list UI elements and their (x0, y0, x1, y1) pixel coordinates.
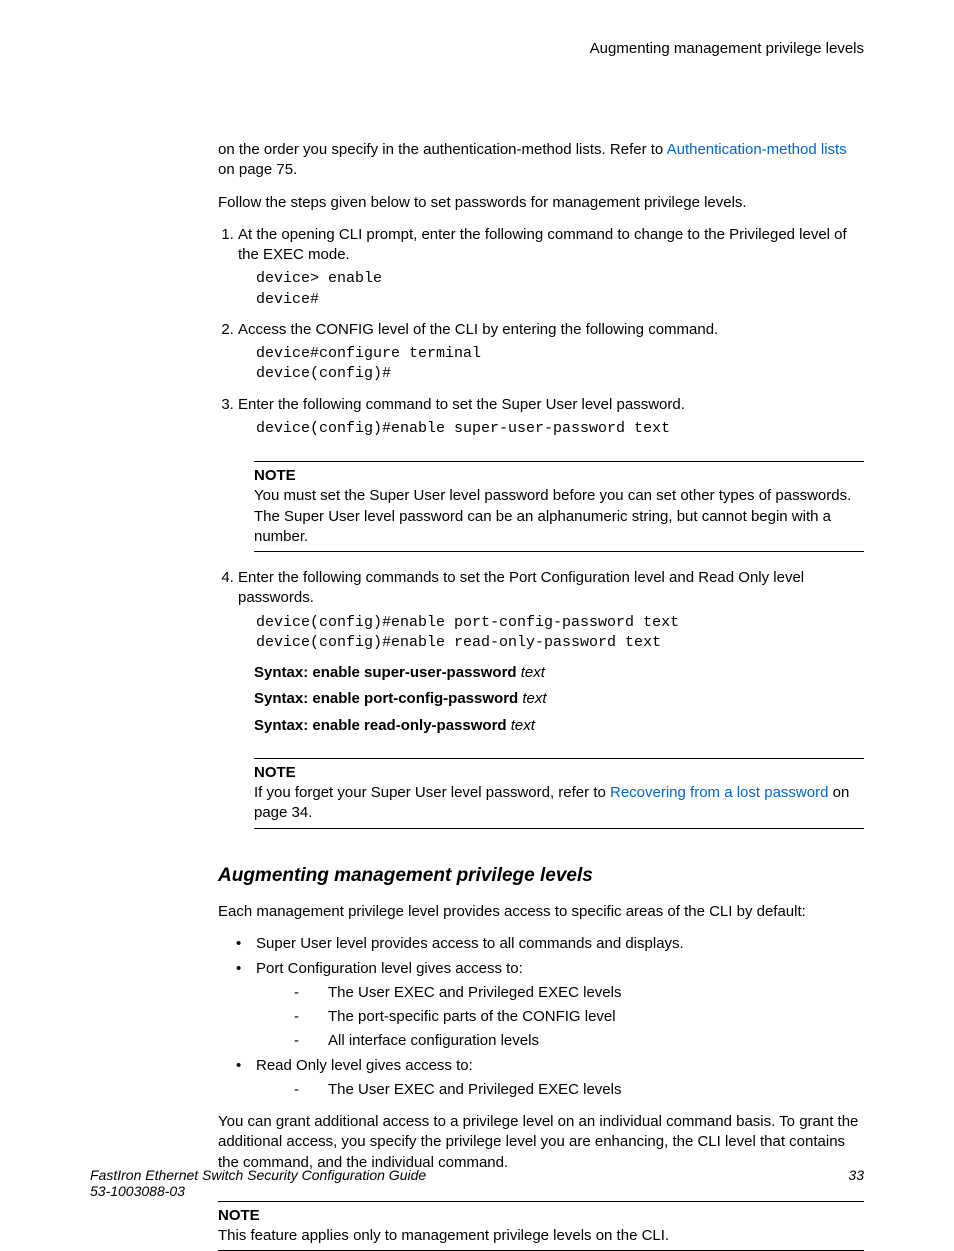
syntax-italic: text (507, 717, 535, 734)
text: Read Only level gives access to: (256, 1057, 473, 1074)
footer-title: FastIron Ethernet Switch Security Config… (90, 1167, 864, 1183)
note-box-2: NOTE If you forget your Super User level… (254, 758, 864, 829)
after-list-para: You can grant additional access to a pri… (218, 1112, 864, 1173)
list-item: Super User level provides access to all … (236, 934, 864, 954)
syntax-line-1: Syntax: enable super-user-password text (254, 663, 864, 683)
text: If you forget your Super User level pass… (254, 784, 610, 801)
page-number: 33 (848, 1167, 864, 1183)
note-text: If you forget your Super User level pass… (254, 783, 864, 824)
step-3: Enter the following command to set the S… (238, 395, 864, 553)
text: on the order you specify in the authenti… (218, 141, 667, 158)
section-intro: Each management privilege level provides… (218, 902, 864, 922)
list-item: Port Configuration level gives access to… (236, 959, 864, 1052)
list-item: The port-specific parts of the CONFIG le… (294, 1007, 864, 1027)
section-heading: Augmenting management privilege levels (218, 863, 864, 889)
step-text: Enter the following commands to set the … (238, 569, 804, 606)
syntax-italic: text (518, 690, 546, 707)
note-box-3: NOTE This feature applies only to manage… (218, 1201, 864, 1251)
step-1: At the opening CLI prompt, enter the fol… (238, 225, 864, 310)
list-item: The User EXEC and Privileged EXEC levels (294, 983, 864, 1003)
list-item: All interface configuration levels (294, 1031, 864, 1051)
running-head: Augmenting management privilege levels (590, 40, 864, 57)
step-2: Access the CONFIG level of the CLI by en… (238, 320, 864, 385)
list-item: Read Only level gives access to: The Use… (236, 1056, 864, 1101)
content: on the order you specify in the authenti… (218, 140, 864, 1251)
code-block: device#configure terminal device(config)… (256, 344, 864, 385)
note-label: NOTE (254, 466, 864, 486)
text: Port Configuration level gives access to… (256, 960, 523, 977)
note-box-1: NOTE You must set the Super User level p… (254, 461, 864, 552)
syntax-bold: Syntax: enable port-config-password (254, 690, 518, 707)
intro-para-1: on the order you specify in the authenti… (218, 140, 864, 181)
bullet-list: Super User level provides access to all … (218, 934, 864, 1100)
list-item: The User EXEC and Privileged EXEC levels (294, 1080, 864, 1100)
note-text: You must set the Super User level passwo… (254, 486, 864, 547)
note-label: NOTE (254, 763, 864, 783)
syntax-italic: text (517, 664, 545, 681)
code-block: device(config)#enable port-config-passwo… (256, 613, 864, 654)
step-text: At the opening CLI prompt, enter the fol… (238, 226, 847, 263)
code-block: device(config)#enable super-user-passwor… (256, 419, 864, 439)
syntax-bold: Syntax: enable read-only-password (254, 717, 507, 734)
syntax-line-2: Syntax: enable port-config-password text (254, 689, 864, 709)
steps-list: At the opening CLI prompt, enter the fol… (218, 225, 864, 829)
code-block: device> enable device# (256, 269, 864, 310)
page: Augmenting management privilege levels o… (0, 0, 954, 1235)
footer: 33 FastIron Ethernet Switch Security Con… (90, 1167, 864, 1199)
syntax-line-3: Syntax: enable read-only-password text (254, 716, 864, 736)
footer-docnum: 53-1003088-03 (90, 1183, 864, 1199)
dash-list: The User EXEC and Privileged EXEC levels (256, 1080, 864, 1100)
step-text: Enter the following command to set the S… (238, 396, 685, 413)
syntax-bold: Syntax: enable super-user-password (254, 664, 517, 681)
link-recovering-password[interactable]: Recovering from a lost password (610, 784, 828, 801)
link-auth-method-lists[interactable]: Authentication-method lists (667, 141, 847, 158)
intro-para-2: Follow the steps given below to set pass… (218, 193, 864, 213)
step-4: Enter the following commands to set the … (238, 568, 864, 829)
note-text: This feature applies only to management … (218, 1226, 864, 1246)
dash-list: The User EXEC and Privileged EXEC levels… (256, 983, 864, 1052)
note-label: NOTE (218, 1206, 864, 1226)
text: on page 75. (218, 161, 297, 178)
step-text: Access the CONFIG level of the CLI by en… (238, 321, 718, 338)
